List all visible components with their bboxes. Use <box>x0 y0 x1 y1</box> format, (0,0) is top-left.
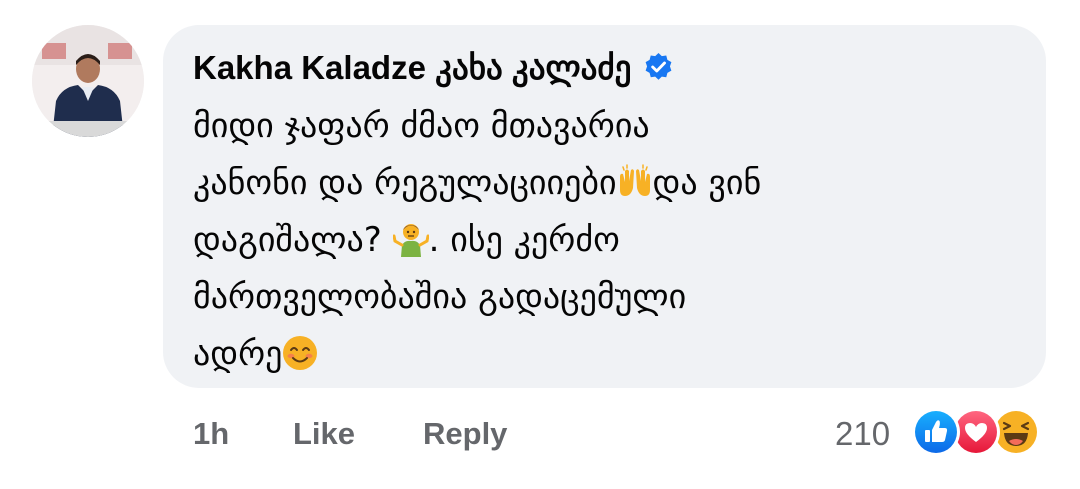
comment-screen: Kakha Kaladze კახა კალაძე მიდი ჯაფარ ძმა… <box>0 0 1080 489</box>
like-reaction-icon <box>912 408 960 456</box>
verified-badge-icon <box>645 52 672 80</box>
avatar-photo <box>32 25 144 137</box>
comment-line-text: მართველობაშია გადაცემული <box>193 277 687 317</box>
comment-line: მართველობაშია გადაცემული <box>193 269 1023 326</box>
comment-line: მიდი ჯაფარ ძმაო მთავარია <box>193 98 1023 155</box>
comment-line: ადრე <box>193 326 1023 383</box>
reply-button[interactable]: Reply <box>423 410 507 458</box>
reaction-count[interactable]: 210 <box>835 410 890 458</box>
comment-line-text: მიდი ჯაფარ ძმაო მთავარია <box>193 106 650 146</box>
smiling-face-icon <box>283 336 318 370</box>
author-name[interactable]: Kakha Kaladze კახა კალაძე <box>193 48 631 87</box>
comment-line-text: ადრე <box>193 334 283 374</box>
timestamp[interactable]: 1h <box>193 410 229 458</box>
like-button[interactable]: Like <box>293 410 355 458</box>
reaction-icons[interactable] <box>912 408 1052 458</box>
comment-line-text: . ისე კერძო <box>428 220 620 260</box>
author-row: Kakha Kaladze კახა კალაძე <box>193 45 674 89</box>
comment-line: დაგიშალა? . ისე კერძო <box>193 212 1023 269</box>
avatar[interactable] <box>32 25 144 137</box>
comment-line-text: და ვინ <box>652 163 762 203</box>
comment-line-text: კანონი და რეგულაციიები <box>193 163 617 203</box>
comment-line-text: დაგიშალა? <box>193 220 393 260</box>
comment-text: მიდი ჯაფარ ძმაო მთავარია კანონი და რეგულ… <box>193 98 1023 383</box>
comment-line: კანონი და რეგულაციიები და ვინ <box>193 155 1023 212</box>
person-shrugging-icon <box>392 224 429 257</box>
comment-bubble: Kakha Kaladze კახა კალაძე მიდი ჯაფარ ძმა… <box>163 25 1046 388</box>
raising-hands-icon <box>619 164 650 196</box>
